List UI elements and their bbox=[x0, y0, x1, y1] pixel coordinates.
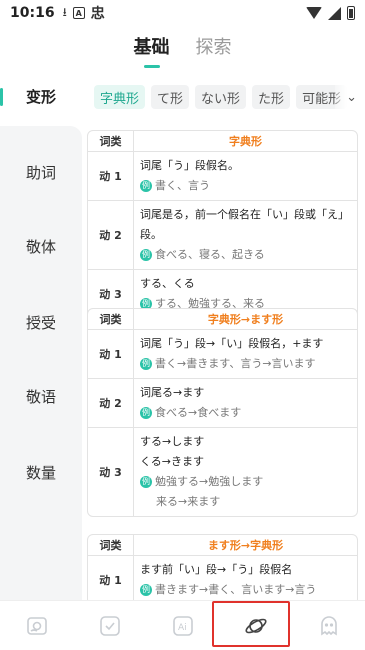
app-logo-icon: 忠 bbox=[90, 6, 105, 22]
sidebar-item-counters[interactable]: 数量 bbox=[0, 452, 82, 492]
row-label: 动 2 bbox=[88, 379, 134, 427]
conjugation-table: 词类 字典形→ます形 动 1 词尾「う」段→「い」段假名，+ます 例書く→書きま… bbox=[87, 308, 358, 517]
sidebar-item-particles[interactable]: 助词 bbox=[0, 152, 82, 192]
row-body: 词尾「う」段→「い」段假名，+ます 例書く→書きます、言う→言います bbox=[134, 330, 357, 378]
nav-notebook[interactable] bbox=[90, 606, 130, 646]
rule-text: する、くる bbox=[140, 277, 195, 290]
nav-picture-book[interactable] bbox=[17, 606, 57, 646]
example-text: 勉強する→勉強します bbox=[155, 475, 264, 488]
example-text: 来る→来ます bbox=[156, 495, 221, 508]
tab-explore[interactable]: 探索 bbox=[196, 33, 232, 63]
row-body: 词尾是る，前一个假名在「い」段或「え」段。 例食べる、寝る、起きる bbox=[134, 201, 357, 269]
nav-ai[interactable]: Ai bbox=[163, 606, 203, 646]
sidebar-item-honorifics[interactable]: 敬语 bbox=[0, 376, 82, 416]
table-header-row: 词类 字典形 bbox=[88, 131, 357, 151]
example-badge-icon: 例 bbox=[140, 407, 152, 419]
ai-icon: Ai bbox=[172, 615, 193, 636]
rule-text: 词尾「う」段→「い」段假名，+ます bbox=[140, 337, 324, 350]
rule-text: ます前「い」段→「う」段假名 bbox=[140, 563, 293, 576]
example-badge-icon: 例 bbox=[140, 249, 152, 261]
rule-text: する→します bbox=[140, 435, 205, 448]
nav-profile[interactable] bbox=[309, 606, 349, 646]
highlight-box bbox=[212, 601, 290, 647]
example-badge-icon: 例 bbox=[140, 476, 152, 488]
example-line: 例勉強する→勉強します bbox=[140, 472, 351, 492]
example-line: 例書く、言う bbox=[140, 176, 351, 196]
download-icon: ⭳ bbox=[62, 4, 67, 19]
form-chip-row: 字典形 て形 ない形 た形 可能形 ⌄ bbox=[94, 84, 365, 110]
tab-basics[interactable]: 基础 bbox=[134, 33, 170, 63]
status-bar: 10:16 ⭳ A 忠 bbox=[0, 0, 365, 26]
row-label: 动 1 bbox=[88, 152, 134, 200]
table-row: 动 2 词尾是る，前一个假名在「い」段或「え」段。 例食べる、寝る、起きる bbox=[88, 200, 357, 269]
signal-icon bbox=[328, 6, 341, 20]
header-label: 词类 bbox=[88, 535, 134, 555]
row-label: 动 3 bbox=[88, 428, 134, 516]
sidebar-background bbox=[0, 126, 82, 601]
table-header-row: 词类 ます形→字典形 bbox=[88, 535, 357, 555]
conjugation-table: 词类 字典形 动 1 词尾「う」段假名。 例書く、言う 动 2 词尾是る，前一个… bbox=[87, 130, 358, 319]
a-box-icon: A bbox=[72, 7, 85, 19]
table-row: 动 1 词尾「う」段→「い」段假名，+ます 例書く→書きます、言う→言います bbox=[88, 329, 357, 378]
chip-ta-form[interactable]: た形 bbox=[252, 85, 291, 109]
table-row: 动 1 ます前「い」段→「う」段假名 例書きます→書く、言います→言う bbox=[88, 555, 357, 600]
sidebar-item-conjugation[interactable]: 变形 bbox=[0, 76, 82, 116]
header-label: 词类 bbox=[88, 131, 134, 151]
header-title: 字典形 bbox=[229, 135, 262, 148]
table-row: 动 2 词尾る→ます 例食べる→食べます bbox=[88, 378, 357, 427]
example-text: 食べる、寝る、起きる bbox=[155, 248, 265, 261]
bottom-nav: Ai bbox=[0, 600, 365, 650]
sidebar-item-polite-form[interactable]: 敬体 bbox=[0, 226, 82, 266]
ghost-icon bbox=[320, 615, 337, 635]
example-text: 書きます→書く、言います→言う bbox=[155, 583, 317, 596]
table-row: 动 1 词尾「う」段假名。 例書く、言う bbox=[88, 151, 357, 200]
status-time: 10:16 bbox=[10, 5, 55, 21]
conjugation-table: 词类 ます形→字典形 动 1 ます前「い」段→「う」段假名 例書きます→書く、言… bbox=[87, 534, 358, 600]
example-line: 例食べる→食べます bbox=[140, 403, 351, 423]
chevron-down-icon[interactable]: ⌄ bbox=[335, 84, 365, 110]
example-text: 書く、言う bbox=[155, 179, 210, 192]
row-label: 动 1 bbox=[88, 556, 134, 600]
table-header-row: 词类 字典形→ます形 bbox=[88, 309, 357, 329]
header-title: 字典形→ます形 bbox=[207, 313, 284, 326]
example-text: 書く→書きます、言う→言います bbox=[155, 357, 316, 370]
sidebar-item-giving-receiving[interactable]: 授受 bbox=[0, 302, 82, 342]
rule-text: 词尾「う」段假名。 bbox=[140, 159, 239, 172]
example-text: 食べる→食べます bbox=[155, 406, 242, 419]
header-label: 词类 bbox=[88, 309, 134, 329]
row-label: 动 2 bbox=[88, 201, 134, 269]
header-title: ます形→字典形 bbox=[207, 539, 284, 552]
example-badge-icon: 例 bbox=[140, 358, 152, 370]
rule-text: くる→きます bbox=[140, 455, 204, 468]
content-scroll[interactable]: 词类 字典形 动 1 词尾「う」段假名。 例書く、言う 动 2 词尾是る，前一个… bbox=[87, 126, 358, 600]
example-badge-icon: 例 bbox=[140, 180, 152, 192]
rule-text: 词尾是る，前一个假名在「い」段或「え」段。 bbox=[140, 208, 349, 241]
row-body: ます前「い」段→「う」段假名 例書きます→書く、言います→言う bbox=[134, 556, 357, 600]
battery-icon bbox=[347, 6, 355, 20]
notebook-check-icon bbox=[99, 615, 120, 636]
table-row: 动 3 する→します くる→きます 例勉強する→勉強します 来る→来ます bbox=[88, 427, 357, 516]
chip-nai-form[interactable]: ない形 bbox=[195, 85, 247, 109]
example-line: 例書く→書きます、言う→言います bbox=[140, 354, 351, 374]
row-body: 词尾「う」段假名。 例書く、言う bbox=[134, 152, 357, 200]
sidebar: 变形 助词 敬体 授受 敬语 数量 bbox=[0, 74, 82, 601]
example-badge-icon: 例 bbox=[140, 584, 152, 596]
ai-label: Ai bbox=[178, 623, 187, 633]
row-body: 词尾る→ます 例食べる→食べます bbox=[134, 379, 357, 427]
wifi-icon bbox=[306, 7, 322, 19]
rule-text: 词尾る→ます bbox=[140, 386, 205, 399]
top-tabs: 基础 探索 bbox=[0, 30, 365, 66]
picture-book-icon bbox=[26, 616, 47, 635]
row-body: する→します くる→きます 例勉強する→勉強します 来る→来ます bbox=[134, 428, 357, 516]
example-line: 例書きます→書く、言います→言う bbox=[140, 580, 351, 600]
example-line: 例食べる、寝る、起きる bbox=[140, 245, 351, 265]
chip-te-form[interactable]: て形 bbox=[151, 85, 190, 109]
row-label: 动 1 bbox=[88, 330, 134, 378]
chip-dictionary-form[interactable]: 字典形 bbox=[94, 85, 146, 109]
